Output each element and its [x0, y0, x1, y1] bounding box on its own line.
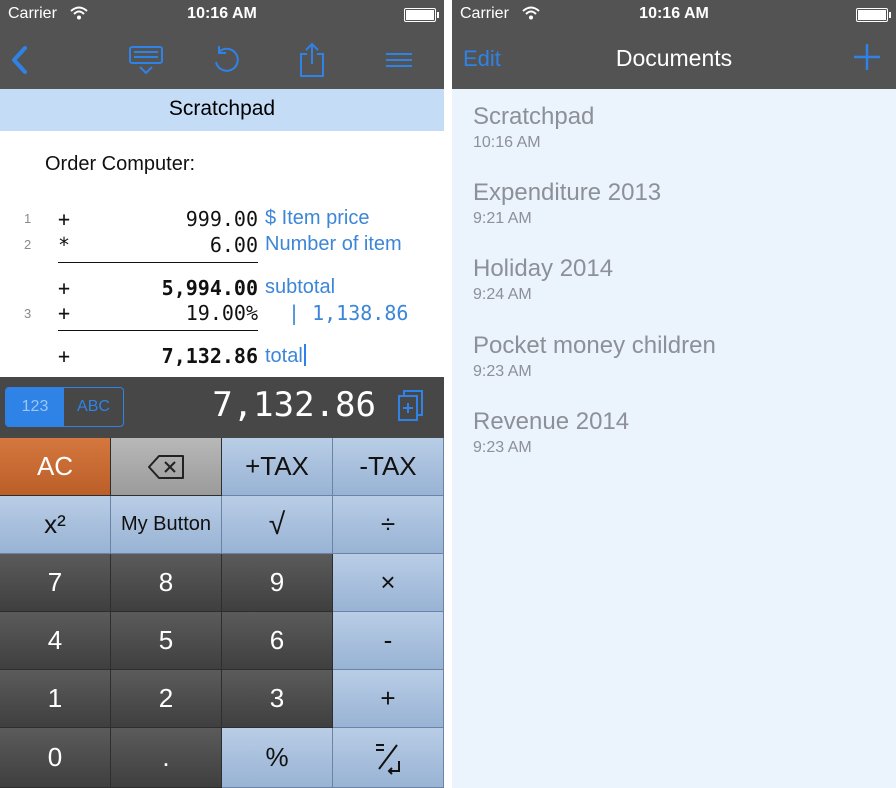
key-7[interactable]: 7 — [0, 554, 111, 612]
percent-key[interactable]: % — [222, 728, 333, 788]
mode-123-button[interactable]: 123 — [6, 388, 64, 426]
key-0[interactable]: 0 — [0, 728, 111, 788]
document-time: 9:23 AM — [473, 439, 532, 456]
line-operator: + — [58, 344, 71, 368]
status-time: 10:16 AM — [187, 5, 257, 22]
keyboard-icon[interactable] — [126, 40, 166, 80]
document-item[interactable]: Expenditure 2013 9:21 AM — [473, 179, 883, 249]
battery-icon — [404, 8, 439, 22]
add-document-icon[interactable] — [852, 42, 882, 72]
calculator-screen: Carrier 10:16 AM Scratchpad Order Comput… — [0, 0, 444, 788]
input-mode-toggle[interactable]: 123 ABC — [5, 387, 124, 427]
sheet-heading: Order Computer: — [45, 153, 196, 175]
document-item[interactable]: Pocket money children 9:23 AM — [473, 332, 883, 402]
screen-divider — [444, 0, 452, 788]
line-operator: + — [58, 276, 71, 300]
decimal-key[interactable]: . — [111, 728, 222, 788]
documents-nav-bar: Edit Documents — [452, 30, 896, 89]
equals-enter-icon — [376, 743, 400, 775]
line-comment: $ Item price — [265, 207, 370, 229]
mode-abc-button[interactable]: ABC — [64, 388, 123, 426]
line-comment: | 1,138.86 — [288, 301, 409, 325]
document-name: Holiday 2014 — [473, 255, 614, 282]
document-time: 9:21 AM — [473, 210, 532, 227]
minus-tax-key[interactable]: -TAX — [333, 438, 444, 496]
menu-icon[interactable] — [379, 40, 419, 80]
line-number: 2 — [24, 237, 32, 252]
key-6[interactable]: 6 — [222, 612, 333, 670]
backspace-key[interactable] — [111, 438, 222, 496]
status-time: 10:16 AM — [639, 5, 709, 22]
line-number: 1 — [24, 211, 32, 226]
paste-result-icon[interactable] — [398, 390, 424, 422]
line-operator: + — [58, 301, 71, 325]
line-comment: Number of item — [265, 233, 402, 255]
line-number: 3 — [24, 306, 32, 321]
equals-enter-key[interactable] — [333, 728, 444, 788]
result-display: 123 ABC 7,132.86 — [0, 377, 444, 438]
status-bar: Carrier 10:16 AM — [452, 0, 896, 30]
battery-icon — [856, 8, 891, 22]
multiply-key[interactable]: × — [333, 554, 444, 612]
documents-screen: Carrier 10:16 AM Edit Documents Scratchp… — [452, 0, 896, 788]
document-name: Pocket money children — [473, 332, 716, 359]
line-value: 6.00 — [209, 233, 258, 257]
undo-icon[interactable] — [206, 40, 246, 80]
subtotal-label: subtotal — [265, 276, 336, 298]
key-5[interactable]: 5 — [111, 612, 222, 670]
display-value: 7,132.86 — [212, 385, 376, 425]
document-name: Revenue 2014 — [473, 408, 630, 435]
keypad: AC +TAX -TAX x² My Button √ ÷ 7 8 9 × 4 … — [0, 438, 444, 788]
line-value: 999.00 — [185, 207, 258, 231]
subtotal-value: 5,994.00 — [161, 276, 258, 300]
my-button-key[interactable]: My Button — [111, 496, 222, 554]
status-bar: Carrier 10:16 AM — [0, 0, 444, 30]
plus-key[interactable]: + — [333, 670, 444, 728]
sqrt-key[interactable]: √ — [222, 496, 333, 554]
document-name: Expenditure 2013 — [473, 179, 662, 206]
documents-title: Documents — [615, 45, 733, 71]
minus-key[interactable]: - — [333, 612, 444, 670]
key-4[interactable]: 4 — [0, 612, 111, 670]
document-item[interactable]: Holiday 2014 9:24 AM — [473, 255, 883, 325]
text-cursor — [303, 344, 306, 366]
document-time: 9:23 AM — [473, 363, 532, 380]
plus-tax-key[interactable]: +TAX — [222, 438, 333, 496]
document-time: 9:24 AM — [473, 286, 532, 303]
key-1[interactable]: 1 — [0, 670, 111, 728]
square-key[interactable]: x² — [0, 496, 111, 554]
scratchpad-sheet[interactable]: Order Computer: 1 + 999.00 $ Item price … — [0, 131, 444, 377]
line-value: 19.00% — [185, 301, 258, 325]
document-title: Scratchpad — [0, 89, 444, 131]
sum-rule — [58, 330, 258, 331]
key-2[interactable]: 2 — [111, 670, 222, 728]
document-item[interactable]: Scratchpad 10:16 AM — [473, 103, 883, 173]
total-label: total — [265, 344, 306, 368]
document-item[interactable]: Revenue 2014 9:23 AM — [473, 408, 883, 478]
calculator-toolbar — [0, 30, 444, 89]
document-name: Scratchpad — [473, 103, 595, 130]
total-value: 7,132.86 — [161, 344, 258, 368]
divide-key[interactable]: ÷ — [333, 496, 444, 554]
line-operator: + — [58, 207, 71, 231]
back-icon[interactable] — [0, 40, 40, 80]
ac-key[interactable]: AC — [0, 438, 111, 496]
line-operator: * — [58, 233, 71, 257]
key-8[interactable]: 8 — [111, 554, 222, 612]
key-3[interactable]: 3 — [222, 670, 333, 728]
key-9[interactable]: 9 — [222, 554, 333, 612]
document-time: 10:16 AM — [473, 134, 541, 151]
sum-rule — [58, 262, 258, 263]
backspace-icon — [148, 454, 184, 479]
share-icon[interactable] — [292, 40, 332, 80]
